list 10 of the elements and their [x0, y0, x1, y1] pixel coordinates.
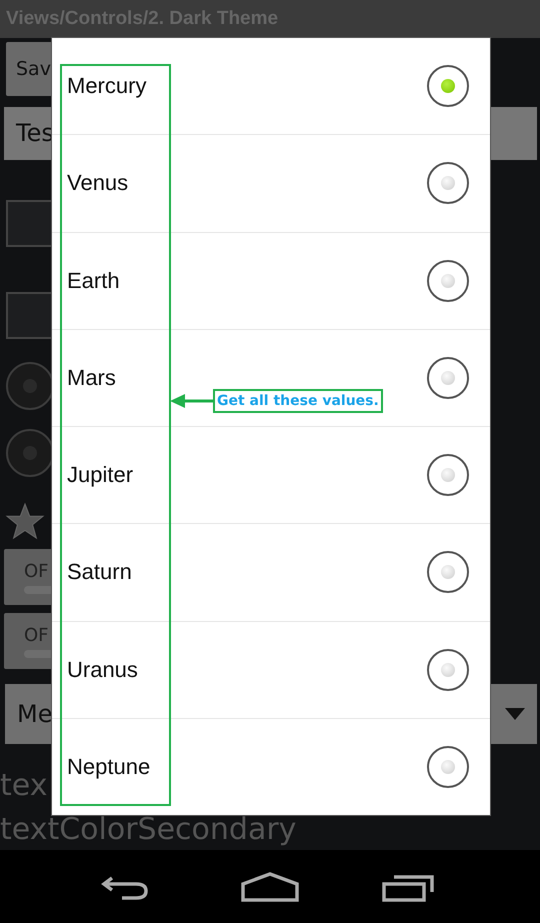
item-label: Venus — [67, 170, 128, 196]
sample-text: textColorSecondary — [0, 811, 296, 849]
toggle-label: OF — [24, 624, 50, 646]
item-label: Neptune — [67, 754, 150, 780]
callout-label: Get all these values. — [213, 389, 383, 413]
item-label: Earth — [67, 268, 120, 294]
item-label: Mercury — [67, 73, 146, 100]
item-label: Jupiter — [67, 462, 134, 488]
item-label: Mars — [67, 364, 116, 391]
sample-text: tex — [0, 767, 48, 805]
